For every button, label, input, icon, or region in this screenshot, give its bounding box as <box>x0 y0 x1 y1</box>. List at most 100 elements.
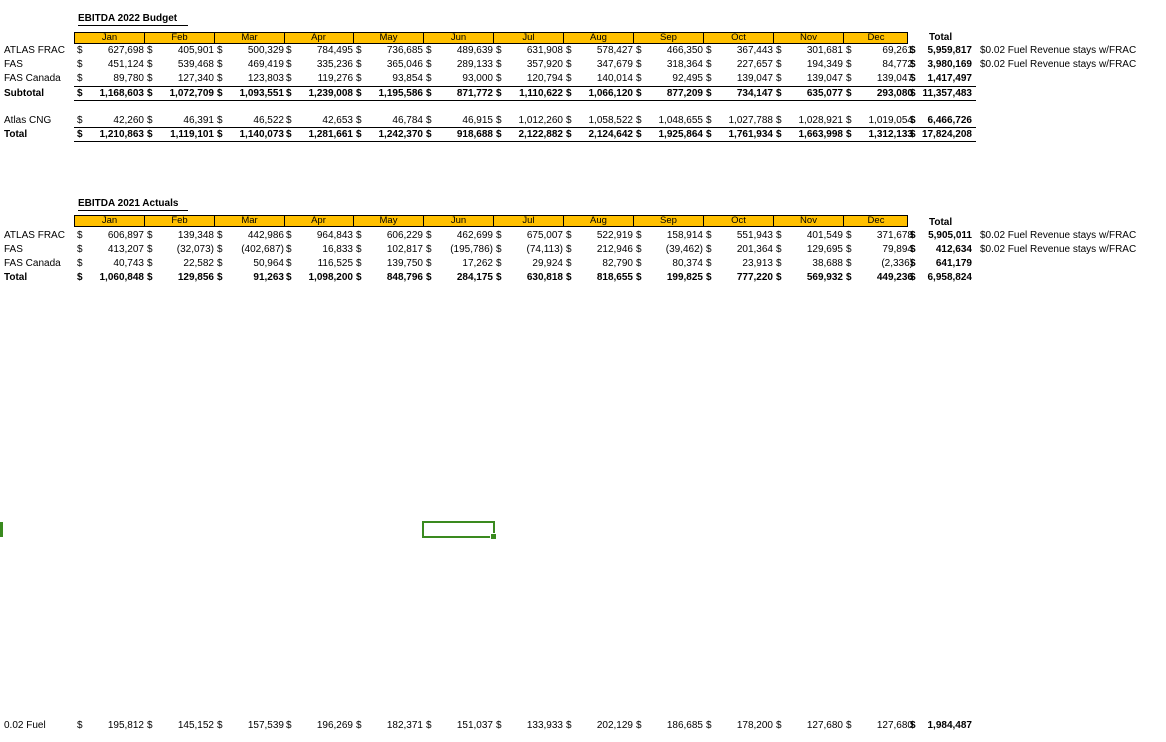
value-cell-feb[interactable]: 405,901 <box>144 45 216 56</box>
value-cell-jul[interactable]: 675,007 <box>493 230 565 241</box>
total-cell[interactable]: 6,958,824 <box>910 272 974 283</box>
value-cell-apr[interactable]: 964,843 <box>283 230 355 241</box>
value-cell-may[interactable]: 736,685 <box>353 45 425 56</box>
total-cell[interactable]: 3,980,169 <box>910 59 974 70</box>
value-cell-dec[interactable]: 293,080 <box>843 88 915 99</box>
value-cell-oct[interactable]: 777,220 <box>703 272 775 283</box>
value-cell-sep[interactable]: 199,825 <box>633 272 705 283</box>
value-cell-jul[interactable]: (74,113) <box>493 244 565 255</box>
value-cell-may[interactable]: 848,796 <box>353 272 425 283</box>
value-cell-jul[interactable]: 1,012,260 <box>493 115 565 126</box>
value-cell-sep[interactable]: (39,462) <box>633 244 705 255</box>
value-cell-may[interactable]: 182,371 <box>353 720 425 731</box>
value-cell-may[interactable]: 102,817 <box>353 244 425 255</box>
value-cell-mar[interactable]: 157,539 <box>214 720 286 731</box>
value-cell-nov[interactable]: 129,695 <box>773 244 845 255</box>
value-cell-sep[interactable]: 186,685 <box>633 720 705 731</box>
value-cell-oct[interactable]: 734,147 <box>703 88 775 99</box>
value-cell-jan[interactable]: 89,780 <box>74 73 146 84</box>
value-cell-nov[interactable]: 127,680 <box>773 720 845 731</box>
value-cell-jul[interactable]: 2,122,882 <box>493 129 565 140</box>
value-cell-nov[interactable]: 1,663,998 <box>773 129 845 140</box>
value-cell-apr[interactable]: 116,525 <box>283 258 355 269</box>
value-cell-sep[interactable]: 80,374 <box>633 258 705 269</box>
value-cell-jun[interactable]: 284,175 <box>423 272 495 283</box>
value-cell-sep[interactable]: 1,048,655 <box>633 115 705 126</box>
value-cell-feb[interactable]: 1,119,101 <box>144 129 216 140</box>
value-cell-sep[interactable]: 318,364 <box>633 59 705 70</box>
value-cell-oct[interactable]: 1,027,788 <box>703 115 775 126</box>
value-cell-apr[interactable]: 196,269 <box>283 720 355 731</box>
value-cell-nov[interactable]: 38,688 <box>773 258 845 269</box>
value-cell-may[interactable]: 1,242,370 <box>353 129 425 140</box>
value-cell-feb[interactable]: 129,856 <box>144 272 216 283</box>
value-cell-feb[interactable]: (32,073) <box>144 244 216 255</box>
value-cell-nov[interactable]: 401,549 <box>773 230 845 241</box>
value-cell-aug[interactable]: 140,014 <box>563 73 635 84</box>
value-cell-feb[interactable]: 145,152 <box>144 720 216 731</box>
value-cell-jun[interactable]: 289,133 <box>423 59 495 70</box>
value-cell-jan[interactable]: 627,698 <box>74 45 146 56</box>
value-cell-dec[interactable]: 371,678 <box>843 230 915 241</box>
value-cell-feb[interactable]: 46,391 <box>144 115 216 126</box>
value-cell-aug[interactable]: 522,919 <box>563 230 635 241</box>
value-cell-jun[interactable]: 46,915 <box>423 115 495 126</box>
total-cell[interactable]: 641,179 <box>910 258 974 269</box>
value-cell-aug[interactable]: 212,946 <box>563 244 635 255</box>
value-cell-jun[interactable]: 462,699 <box>423 230 495 241</box>
value-cell-mar[interactable]: (402,687) <box>214 244 286 255</box>
value-cell-jan[interactable]: 42,260 <box>74 115 146 126</box>
value-cell-sep[interactable]: 466,350 <box>633 45 705 56</box>
value-cell-may[interactable]: 139,750 <box>353 258 425 269</box>
value-cell-jan[interactable]: 1,168,603 <box>74 88 146 99</box>
value-cell-oct[interactable]: 227,657 <box>703 59 775 70</box>
value-cell-jul[interactable]: 133,933 <box>493 720 565 731</box>
value-cell-jul[interactable]: 630,818 <box>493 272 565 283</box>
value-cell-jan[interactable]: 1,210,863 <box>74 129 146 140</box>
value-cell-aug[interactable]: 347,679 <box>563 59 635 70</box>
value-cell-jun[interactable]: (195,786) <box>423 244 495 255</box>
total-cell[interactable]: 1,417,497 <box>910 73 974 84</box>
value-cell-may[interactable]: 365,046 <box>353 59 425 70</box>
value-cell-jun[interactable]: 93,000 <box>423 73 495 84</box>
value-cell-aug[interactable]: 1,066,120 <box>563 88 635 99</box>
value-cell-nov[interactable]: 1,028,921 <box>773 115 845 126</box>
total-cell[interactable]: 5,905,011 <box>910 230 974 241</box>
value-cell-dec[interactable]: 1,019,054 <box>843 115 915 126</box>
value-cell-feb[interactable]: 22,582 <box>144 258 216 269</box>
value-cell-jun[interactable]: 871,772 <box>423 88 495 99</box>
value-cell-oct[interactable]: 1,761,934 <box>703 129 775 140</box>
value-cell-jul[interactable]: 120,794 <box>493 73 565 84</box>
value-cell-dec[interactable]: 1,312,133 <box>843 129 915 140</box>
value-cell-mar[interactable]: 500,329 <box>214 45 286 56</box>
total-cell[interactable]: 11,357,483 <box>910 88 974 99</box>
value-cell-sep[interactable]: 92,495 <box>633 73 705 84</box>
value-cell-nov[interactable]: 569,932 <box>773 272 845 283</box>
value-cell-oct[interactable]: 23,913 <box>703 258 775 269</box>
value-cell-jun[interactable]: 489,639 <box>423 45 495 56</box>
value-cell-jan[interactable]: 451,124 <box>74 59 146 70</box>
value-cell-jun[interactable]: 918,688 <box>423 129 495 140</box>
value-cell-apr[interactable]: 119,276 <box>283 73 355 84</box>
value-cell-apr[interactable]: 784,495 <box>283 45 355 56</box>
value-cell-mar[interactable]: 1,093,551 <box>214 88 286 99</box>
value-cell-dec[interactable]: 69,261 <box>843 45 915 56</box>
value-cell-dec[interactable]: 449,236 <box>843 272 915 283</box>
value-cell-jun[interactable]: 151,037 <box>423 720 495 731</box>
value-cell-dec[interactable]: (2,336) <box>843 258 915 269</box>
value-cell-may[interactable]: 93,854 <box>353 73 425 84</box>
value-cell-aug[interactable]: 202,129 <box>563 720 635 731</box>
value-cell-mar[interactable]: 46,522 <box>214 115 286 126</box>
value-cell-sep[interactable]: 877,209 <box>633 88 705 99</box>
total-cell[interactable]: 1,984,487 <box>910 720 974 731</box>
value-cell-mar[interactable]: 50,964 <box>214 258 286 269</box>
value-cell-oct[interactable]: 201,364 <box>703 244 775 255</box>
value-cell-apr[interactable]: 1,098,200 <box>283 272 355 283</box>
value-cell-mar[interactable]: 1,140,073 <box>214 129 286 140</box>
value-cell-jul[interactable]: 1,110,622 <box>493 88 565 99</box>
value-cell-oct[interactable]: 551,943 <box>703 230 775 241</box>
value-cell-dec[interactable]: 139,047 <box>843 73 915 84</box>
value-cell-may[interactable]: 606,229 <box>353 230 425 241</box>
value-cell-feb[interactable]: 139,348 <box>144 230 216 241</box>
value-cell-dec[interactable]: 79,894 <box>843 244 915 255</box>
